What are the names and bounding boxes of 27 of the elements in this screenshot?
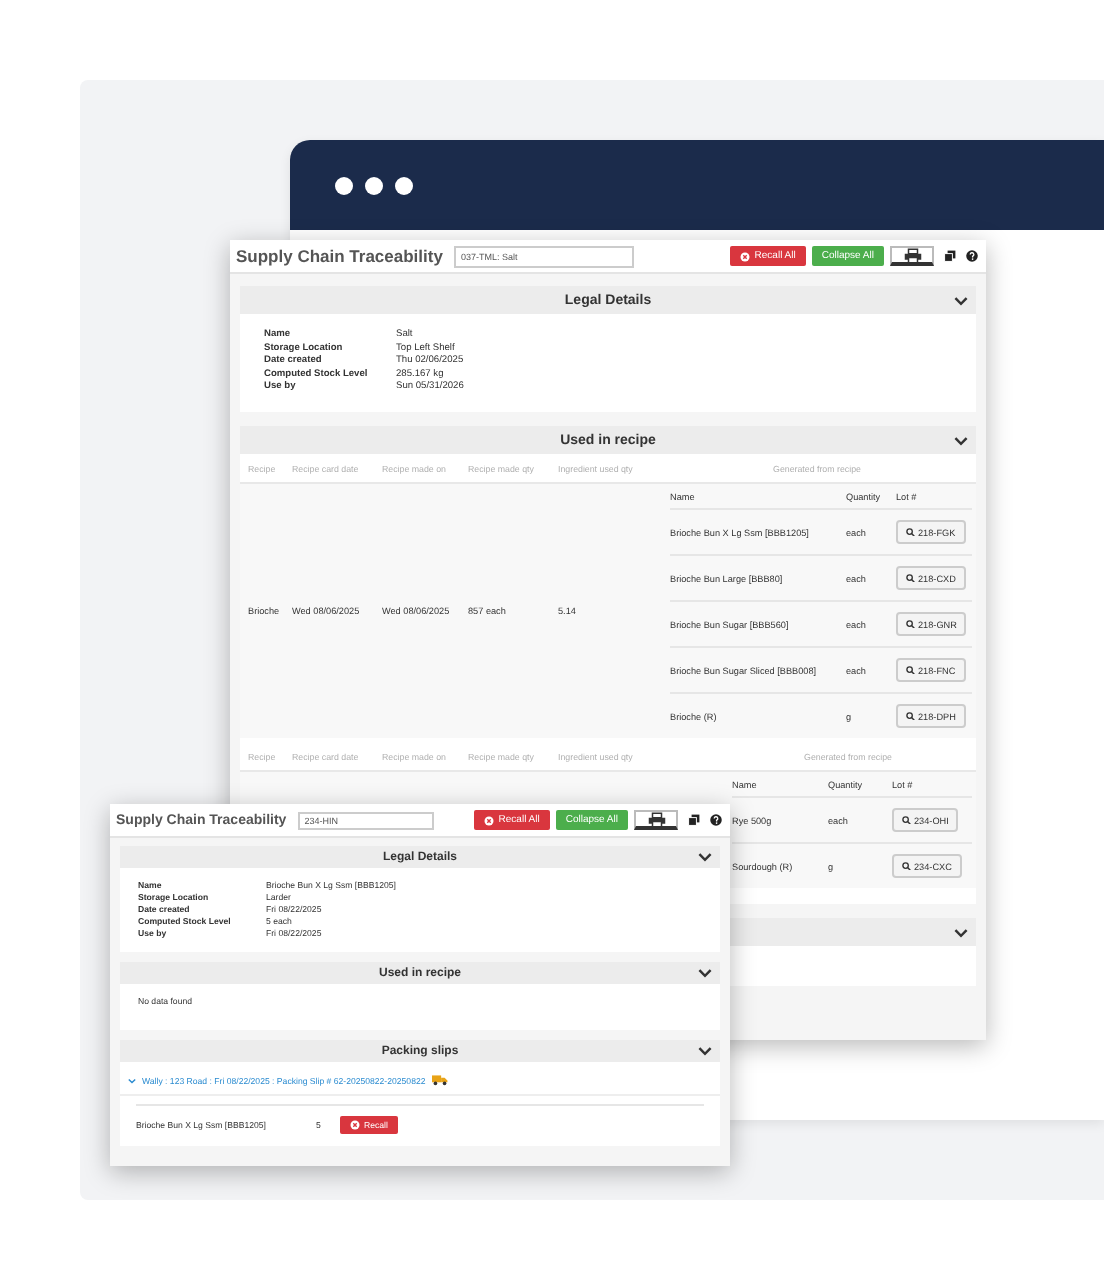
help-icon[interactable] [966,250,978,262]
chevron-icon[interactable] [954,435,968,445]
close-circle-icon [740,251,751,261]
search-icon [906,665,915,675]
chevron-icon[interactable] [954,295,968,305]
chevron-icon[interactable] [698,852,712,862]
search-icon [902,861,911,871]
chevron-icon[interactable] [698,1046,712,1056]
search-icon [906,527,915,537]
close-circle-icon [350,1120,360,1130]
search-icon [902,815,911,825]
printer-icon [647,811,665,827]
chevron-icon[interactable] [954,927,968,937]
print-button[interactable] [890,246,934,266]
search-icon [906,619,915,629]
help-icon[interactable] [710,814,722,826]
printer-icon [903,247,921,263]
print-button[interactable] [634,810,678,830]
chevron-icon[interactable] [698,968,712,978]
copy-icon[interactable] [688,814,700,826]
search-icon [906,573,915,583]
window-dots-icon [334,175,414,195]
close-circle-icon [484,815,495,825]
search-icon [906,711,915,721]
copy-icon[interactable] [944,250,956,262]
app-title: Supply Chain Traceability [236,246,443,266]
truck-icon [431,1074,448,1086]
